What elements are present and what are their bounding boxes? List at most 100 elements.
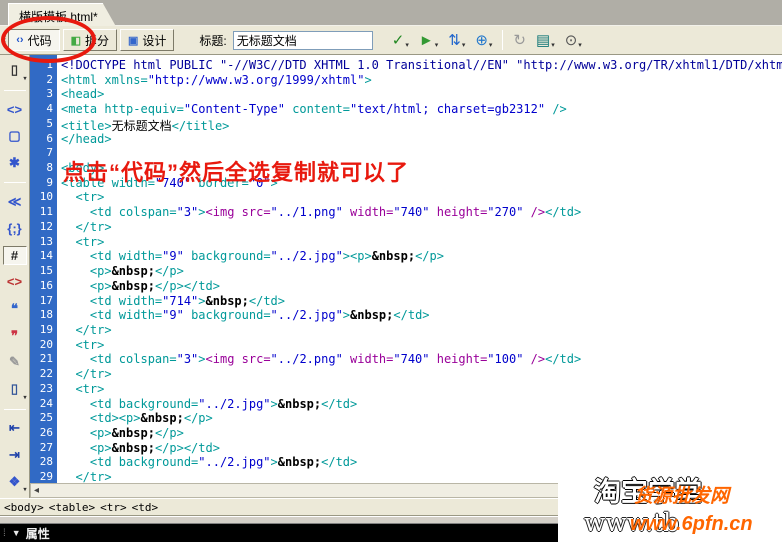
document-title-input[interactable] (233, 31, 373, 50)
code-token: </tr> (61, 470, 112, 483)
dropdown-caret-icon[interactable]: ▾ (435, 41, 439, 51)
code-line: <td colspan="3"><img src="../1.png" widt… (61, 205, 782, 220)
tag-selector-bar: <body> <table> <tr> <td> (0, 498, 560, 516)
new-document-icon[interactable]: ▯▾ (3, 61, 27, 80)
code-token: <tr> (61, 338, 104, 352)
code-token: "../2.jpg" (271, 308, 343, 322)
code-token: </p></td> (155, 441, 220, 455)
line-number: 22 (30, 367, 57, 382)
tag-selector-item[interactable]: <tr> (100, 501, 127, 514)
file-management-icon[interactable]: ⇅▾ (443, 29, 470, 51)
edit-pencil-icon[interactable]: ✎ (3, 353, 27, 372)
code-line: <p>&nbsp;</p> (61, 426, 782, 441)
code-token: <!DOCTYPE html PUBLIC "-//W3C//DTD XHTML… (61, 58, 782, 72)
code-token: /> (523, 352, 545, 366)
tag-chooser-icon[interactable]: <> (3, 100, 27, 119)
code-line: </tr> (61, 220, 782, 235)
line-number: 19 (30, 323, 57, 338)
code-view[interactable]: 1234567891011121314151617181920212223242… (30, 55, 782, 483)
script-block-icon[interactable]: ≪ (3, 192, 27, 211)
div-container-icon[interactable]: ▢ (3, 127, 27, 146)
code-token: width= (343, 352, 394, 366)
panel-grip-icon: ⁞ (3, 528, 6, 539)
refresh-icon[interactable]: ↻ (508, 29, 531, 51)
view-options-icon[interactable]: ▤▾ (531, 29, 560, 51)
dropdown-caret-icon[interactable]: ▾ (23, 394, 26, 401)
code-token: <html xmlns= (61, 73, 148, 87)
tag-selector-item[interactable]: <td> (132, 501, 159, 514)
code-token: </p> (415, 249, 444, 263)
code-token: </head> (61, 132, 112, 146)
code-line: <tr> (61, 382, 782, 397)
code-token: &nbsp; (112, 279, 155, 293)
line-number: 20 (30, 338, 57, 353)
preview-browser-globe-icon[interactable]: ⊕▾ (470, 29, 497, 51)
preview-debug-icon[interactable]: ►▾ (414, 29, 443, 51)
code-token: <td colspan= (61, 205, 177, 219)
tag-paint-icon[interactable]: ❖▾ (3, 472, 27, 491)
dropdown-caret-icon[interactable]: ▾ (578, 41, 582, 51)
code-line: <td width="714">&nbsp;</td> (61, 294, 782, 309)
line-number: 2 (30, 73, 57, 88)
code-token: "../2.jpg" (198, 455, 270, 469)
dropdown-caret-icon[interactable]: ▾ (23, 75, 26, 82)
indent-left-icon[interactable]: ⇤ (3, 419, 27, 438)
code-line: <td background="../2.jpg">&nbsp;</td> (61, 397, 782, 412)
code-token: "9" (162, 249, 184, 263)
code-token: /> (523, 205, 545, 219)
code-token: "../1.png" (271, 205, 343, 219)
tag-selector-item[interactable]: <table> (49, 501, 95, 514)
panel-collapse-caret-icon[interactable]: ▼ (12, 528, 21, 538)
validate-markup-icon[interactable]: ✓▾ (387, 29, 414, 51)
code-token: height= (430, 352, 488, 366)
code-token: </p> (184, 411, 213, 425)
code-token: background= (184, 308, 271, 322)
code-token: </td> (249, 294, 285, 308)
code-token: </tr> (61, 220, 112, 234)
delete-comment-icon[interactable]: ❞ (3, 326, 27, 345)
code-token: <td width= (61, 249, 162, 263)
code-token: <tr> (61, 190, 104, 204)
design-view-icon: ▣ (128, 34, 138, 47)
code-token: &nbsp; (372, 249, 415, 263)
code-token: content= (285, 102, 350, 116)
line-number: 28 (30, 455, 57, 470)
code-line: <tr> (61, 235, 782, 250)
comment-icon[interactable]: ❝ (3, 299, 27, 318)
watermark-orange-url: www.6pfn.cn (630, 513, 753, 536)
code-token: &nbsp; (112, 264, 155, 278)
line-number: 10 (30, 190, 57, 205)
dropdown-caret-icon[interactable]: ▾ (489, 41, 493, 51)
page-refresh-icon[interactable]: ▯▾ (3, 380, 27, 399)
indent-right-icon[interactable]: ⇥ (3, 445, 27, 464)
separator (4, 182, 26, 183)
code-token: </td> (393, 308, 429, 322)
code-token: 无标题文档 (112, 119, 172, 133)
line-number: 11 (30, 205, 57, 220)
code-token: "740" (393, 205, 429, 219)
dropdown-caret-icon[interactable]: ▾ (405, 41, 409, 51)
invalid-code-icon[interactable]: <> (3, 273, 27, 292)
dropdown-caret-icon[interactable]: ▾ (462, 41, 466, 51)
hash-grid-icon[interactable]: # (3, 246, 27, 265)
dropdown-caret-icon[interactable]: ▾ (551, 41, 555, 51)
code-token: </td> (321, 397, 357, 411)
insert-bar: ▯▾ <> ▢ ✱ ≪ {;} # <> ❝ ❞ ✎ ▯▾ ⇤ ⇥ ❖▾ (0, 55, 30, 499)
scroll-left-arrow-icon[interactable]: ◂ (31, 485, 42, 496)
properties-panel-header[interactable]: ⁞ ▼ 属性 (0, 524, 560, 542)
tag-selector-item[interactable]: <body> (4, 501, 44, 514)
dropdown-caret-icon[interactable]: ▾ (23, 486, 26, 493)
document-tab-bar: 横版模板.html* (0, 0, 782, 26)
code-token: > (364, 73, 371, 87)
asterisk-tool-icon[interactable]: ✱ (3, 153, 27, 172)
code-token: > (343, 308, 350, 322)
code-token: "../2.jpg" (198, 397, 270, 411)
horizontal-scrollbar[interactable]: ◂ (30, 483, 560, 498)
design-view-button[interactable]: ▣ 设计 (120, 29, 174, 51)
line-number: 24 (30, 397, 57, 412)
code-token: "740" (393, 352, 429, 366)
braces-icon[interactable]: {;} (3, 219, 27, 238)
separator (4, 409, 26, 410)
code-line: <tr> (61, 338, 782, 353)
visual-aids-eye-icon[interactable]: ⊙▾ (560, 29, 587, 51)
